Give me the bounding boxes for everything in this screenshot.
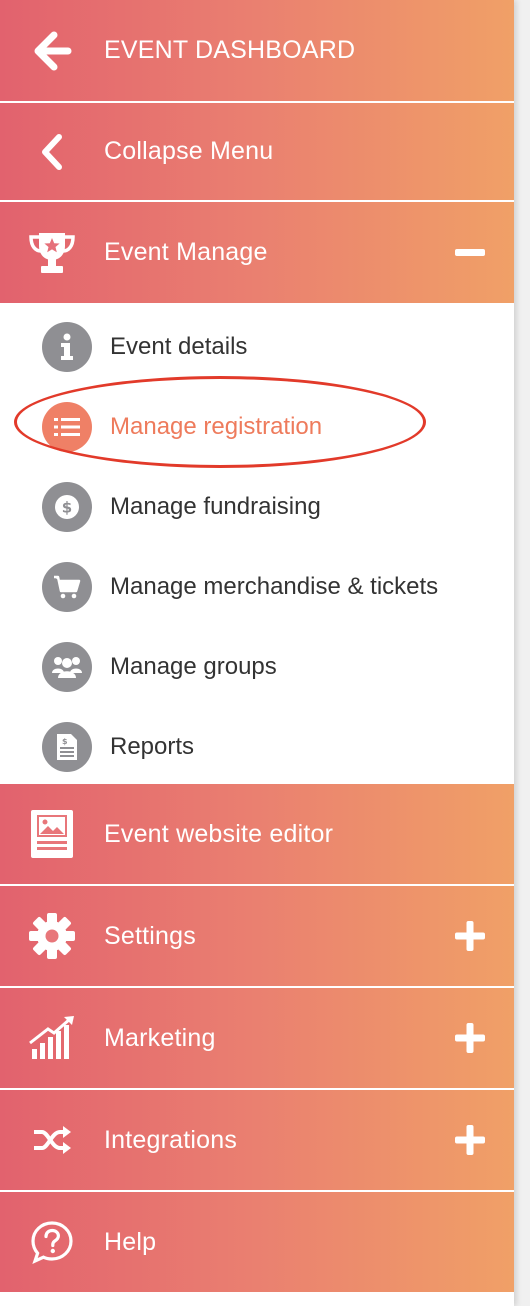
menu-item-collapse-menu[interactable]: Collapse Menu bbox=[0, 103, 514, 200]
group-icon bbox=[42, 642, 92, 692]
submenu-item-label: Manage merchandise & tickets bbox=[110, 573, 439, 600]
minus-icon[interactable] bbox=[454, 237, 486, 269]
submenu-item-label: Manage fundraising bbox=[110, 493, 321, 520]
gear-icon bbox=[26, 910, 78, 962]
plus-icon[interactable] bbox=[454, 920, 486, 952]
svg-text:$: $ bbox=[62, 737, 68, 746]
menu-item-label: Integrations bbox=[104, 1125, 238, 1154]
submenu-item-manage-fundraising[interactable]: $ Manage fundraising bbox=[0, 467, 514, 547]
submenu-item-manage-merchandise[interactable]: Manage merchandise & tickets bbox=[0, 547, 514, 627]
dollar-icon: $ bbox=[42, 482, 92, 532]
cart-icon bbox=[42, 562, 92, 612]
arrow-left-icon bbox=[26, 25, 78, 77]
submenu-item-event-details[interactable]: Event details bbox=[0, 307, 514, 387]
svg-text:$: $ bbox=[62, 499, 72, 517]
plus-icon[interactable] bbox=[454, 1022, 486, 1054]
submenu-item-manage-groups[interactable]: Manage groups bbox=[0, 627, 514, 707]
submenu-item-manage-registration[interactable]: Manage registration bbox=[0, 387, 514, 467]
report-icon: $ bbox=[42, 722, 92, 772]
menu-item-label: Marketing bbox=[104, 1023, 216, 1052]
submenu-item-label: Reports bbox=[110, 733, 195, 760]
menu-item-event-manage[interactable]: Event Manage bbox=[0, 202, 514, 303]
info-icon bbox=[42, 322, 92, 372]
menu-item-marketing[interactable]: Marketing bbox=[0, 988, 514, 1088]
submenu-item-label: Manage groups bbox=[110, 653, 277, 680]
submenu-item-label: Manage registration bbox=[110, 413, 323, 440]
menu-item-label: Settings bbox=[104, 921, 196, 950]
menu-item-label: Help bbox=[104, 1227, 157, 1256]
menu-item-event-dashboard[interactable]: EVENT DASHBOARD bbox=[0, 0, 514, 101]
menu-item-label: EVENT DASHBOARD bbox=[104, 36, 356, 64]
menu-item-integrations[interactable]: Integrations bbox=[0, 1090, 514, 1190]
menu-item-settings[interactable]: Settings bbox=[0, 886, 514, 986]
menu-item-label: Event Manage bbox=[104, 238, 268, 266]
shuffle-icon bbox=[26, 1114, 78, 1166]
submenu-item-label: Event details bbox=[110, 333, 248, 360]
chevron-left-icon bbox=[26, 126, 78, 178]
help-icon bbox=[26, 1216, 78, 1268]
chart-icon bbox=[26, 1012, 78, 1064]
menu-item-label: Collapse Menu bbox=[104, 137, 274, 165]
plus-icon[interactable] bbox=[454, 1124, 486, 1156]
submenu-item-reports[interactable]: $ Reports bbox=[0, 707, 514, 787]
side-menu: EVENT DASHBOARD Collapse Menu Event Mana… bbox=[0, 0, 514, 1306]
trophy-icon bbox=[26, 227, 78, 279]
menu-item-label: Event website editor bbox=[104, 819, 334, 848]
event-manage-submenu: Event details Manage registration $ Mana… bbox=[0, 303, 514, 784]
menu-item-help[interactable]: Help bbox=[0, 1192, 514, 1292]
website-icon bbox=[26, 808, 78, 860]
menu-item-event-website-editor[interactable]: Event website editor bbox=[0, 784, 514, 884]
list-icon bbox=[42, 402, 92, 452]
